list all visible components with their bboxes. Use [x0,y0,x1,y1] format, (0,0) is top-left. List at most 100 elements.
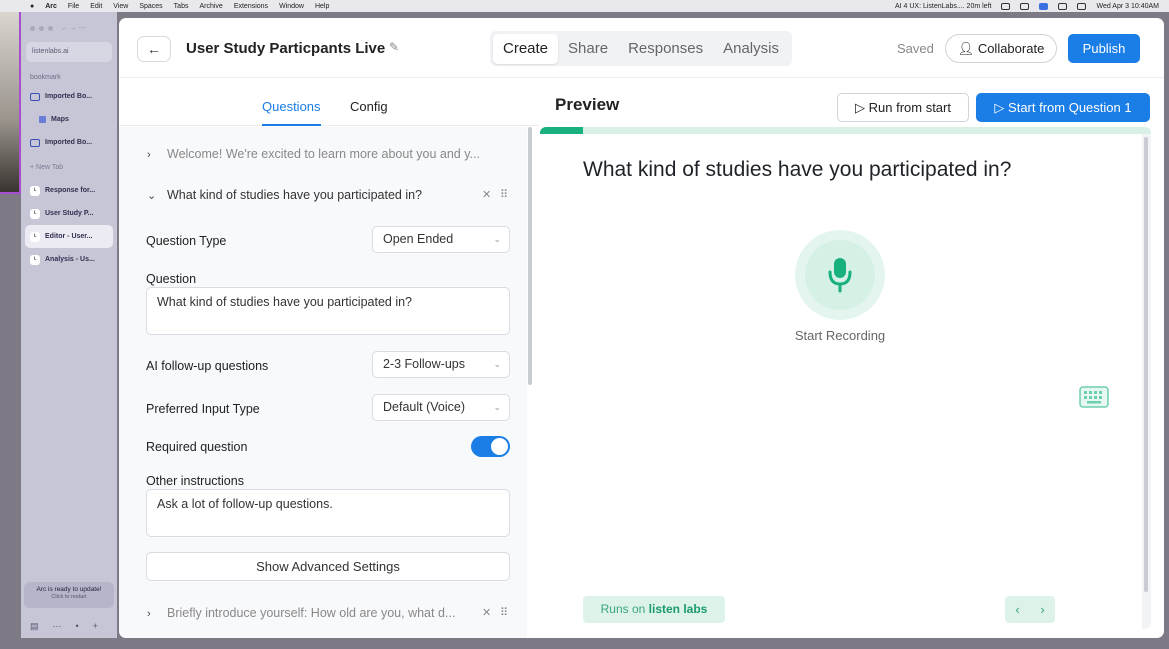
other-instructions-field[interactable]: Ask a lot of follow-up questions. [146,489,510,537]
sidebar-bookmark-imported-1[interactable]: Imported Bo... [25,85,113,108]
archive-icon[interactable]: ▤ [30,621,39,632]
start-recording-button[interactable] [795,230,885,320]
minimize-dot-icon[interactable] [39,25,44,31]
question-text-field[interactable]: What kind of studies have you participat… [146,287,510,335]
nav-arrows-icon[interactable]: ← → ⋯ [57,24,86,32]
sidebar-bookmark-imported-2[interactable]: Imported Bo... [25,131,113,154]
folder-icon [30,92,40,101]
chevron-down-icon: ⌄ [493,359,501,369]
required-label: Required question [146,440,248,454]
status-text[interactable]: AI 4 UX: ListenLabs.... 20m left [895,3,992,10]
editor-scrollbar[interactable] [527,127,533,387]
required-toggle[interactable] [471,436,510,457]
runs-on-prefix: Runs on [600,602,646,616]
chevron-down-icon: ⌄ [147,190,157,202]
question-editor: Questions Config › Welcome! We're excited… [119,79,539,638]
menu-edit[interactable]: Edit [90,3,102,10]
space-icon[interactable]: • [76,621,79,632]
publish-button[interactable]: Publish [1068,34,1140,63]
question-type-label: Question Type [146,234,227,248]
screen-record-icon[interactable] [1039,2,1049,10]
menu-arc[interactable]: Arc [45,3,57,10]
menu-help[interactable]: Help [315,3,329,10]
space-dots-icon[interactable]: ⋯ [53,621,62,632]
person-icon: 👤︎ [957,41,975,56]
progress-bar [540,127,1151,134]
menubar-clock[interactable]: Wed Apr 3 10:40AM [1096,3,1159,10]
chevron-left-icon[interactable]: ‹ [1015,596,1019,623]
menu-spaces[interactable]: Spaces [139,3,162,10]
delete-question-icon[interactable]: ✕ [482,188,491,201]
menu-view[interactable]: View [113,3,128,10]
tab-responses[interactable]: Responses [618,34,713,64]
question-row-text: Briefly introduce yourself: How old are … [167,606,456,620]
followup-value: 2-3 Follow-ups [383,357,465,371]
sidebar-footer: ▤ ⋯ • + [30,621,98,632]
tab-config[interactable]: Config [350,99,388,114]
sidebar-bookmark-maps[interactable]: Maps [25,108,113,131]
window-controls: ← → ⋯ [21,12,117,32]
menu-window[interactable]: Window [279,3,304,10]
show-advanced-settings-button[interactable]: Show Advanced Settings [146,552,510,581]
menu-extensions[interactable]: Extensions [234,3,268,10]
menu-archive[interactable]: Archive [199,3,222,10]
address-bar[interactable]: listenlabs.ai [26,42,112,62]
keyboard-icon[interactable] [1079,386,1109,408]
collaborate-button[interactable]: 👤︎ Collaborate [945,34,1057,63]
tab-analysis[interactable]: Analysis [713,34,789,64]
back-button[interactable]: ← [137,36,171,62]
bookmark-section-label: bookmark [30,74,61,81]
progress-fill [540,127,583,134]
add-space-icon[interactable]: + [93,621,98,632]
editor-subtabs: Questions Config [119,79,539,126]
preview-scrollbar[interactable] [1144,137,1148,592]
sidebar-tab-response[interactable]: ᴸ Response for... [25,179,113,202]
input-type-label: Preferred Input Type [146,402,260,416]
question-row-collapsed[interactable]: › Welcome! We're excited to learn more ab… [147,147,480,161]
apple-icon[interactable]: ● [30,3,34,10]
question-row-open[interactable]: ⌄ What kind of studies have you participa… [147,188,422,202]
battery-icon[interactable] [1077,2,1087,10]
pencil-icon[interactable]: ✎ [389,40,399,54]
page-title: User Study Particpants Live [186,40,386,57]
webcam-overlay [0,12,21,194]
sidebar-tab-analysis[interactable]: ᴸ Analysis - Us... [25,248,113,271]
run-from-start-button[interactable]: ▷ Run from start [837,93,969,122]
menu-file[interactable]: File [68,3,79,10]
main-tabs: Create Share Responses Analysis [490,31,792,66]
menu-tabs[interactable]: Tabs [174,3,189,10]
close-dot-icon[interactable] [30,25,35,31]
status-icon[interactable] [1020,2,1030,10]
question-type-select[interactable]: Open Ended ⌄ [372,226,510,253]
sidebar-item-label: Maps [51,116,69,123]
drag-handle-icon[interactable]: ⠿ [500,188,508,201]
chevron-down-icon: ⌄ [493,234,501,244]
update-banner[interactable]: Arc is ready to update! Click to restart [24,582,114,608]
drag-handle-icon[interactable]: ⠿ [500,606,508,619]
sidebar-tab-editor[interactable]: ᴸ Editor - User... [25,225,113,248]
sidebar-item-label: Imported Bo... [45,139,93,146]
start-from-question-button[interactable]: ▷ Start from Question 1 [976,93,1150,122]
delete-question-icon[interactable]: ✕ [482,606,491,619]
play-outline-icon: ▷ [855,100,865,115]
question-row-collapsed[interactable]: › Briefly introduce yourself: How old are… [147,606,455,620]
sidebar-tab-user-study[interactable]: ᴸ User Study P... [25,202,113,225]
collaborate-label: Collaborate [977,41,1045,56]
followup-select[interactable]: 2-3 Follow-ups ⌄ [372,351,510,378]
zoom-dot-icon[interactable] [48,25,53,31]
tab-create[interactable]: Create [493,33,559,64]
listenlabs-favicon-icon: ᴸ [30,254,40,265]
tab-share[interactable]: Share [558,34,618,64]
input-type-select[interactable]: Default (Voice) ⌄ [372,394,510,421]
preview-question: What kind of studies have you participat… [583,158,1012,181]
chevron-right-icon: › [147,149,151,161]
runs-on-badge[interactable]: Runs on listen labs [583,596,725,623]
wifi-icon[interactable] [1058,2,1068,10]
sidebar-item-label: Analysis - Us... [45,256,95,263]
update-title: Arc is ready to update! [36,586,102,593]
new-tab-button[interactable]: + New Tab [30,164,117,171]
tab-questions[interactable]: Questions [262,99,321,126]
question-row-text: What kind of studies have you participat… [167,188,423,202]
status-icon[interactable] [1001,2,1011,10]
chevron-right-icon[interactable]: › [1040,596,1044,623]
